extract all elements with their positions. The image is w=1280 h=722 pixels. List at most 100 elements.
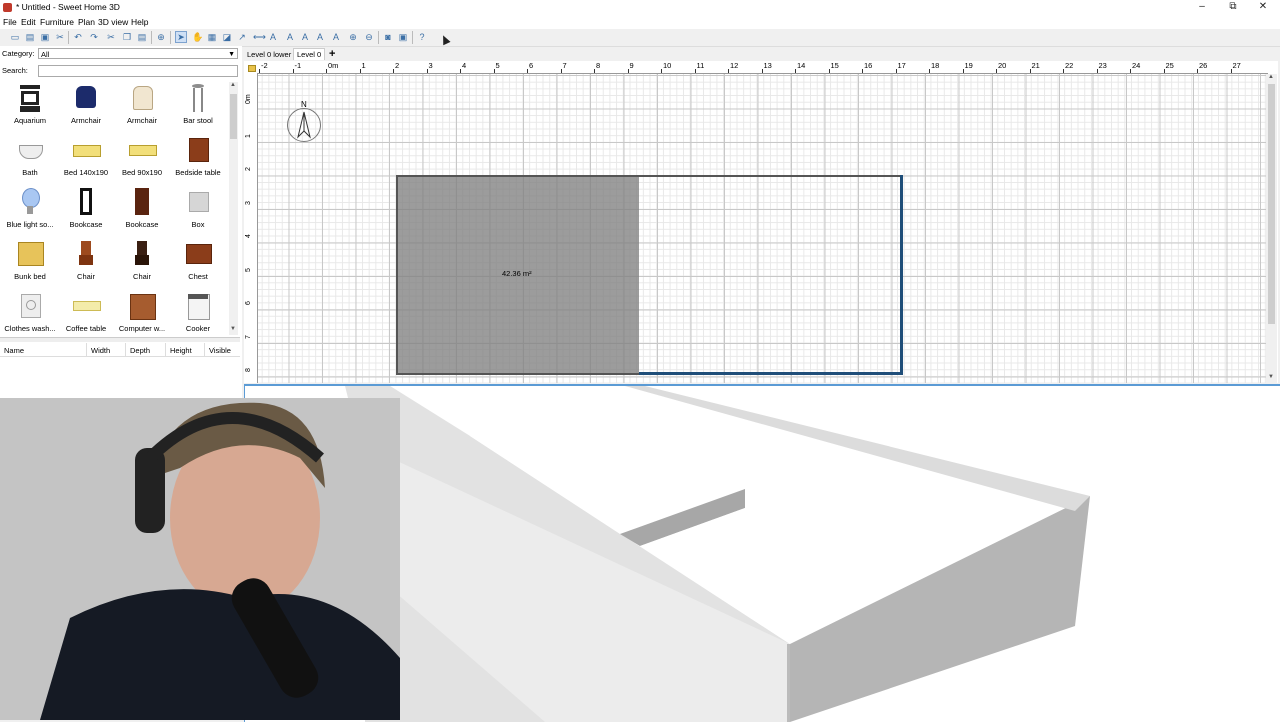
italic-icon[interactable]: A (331, 32, 341, 42)
pan-icon[interactable]: ✋ (192, 32, 203, 42)
create-polylines-icon[interactable]: ↗ (237, 32, 247, 42)
close-button[interactable]: ✕ (1248, 0, 1278, 15)
ruler-x-label: -2 (261, 61, 268, 70)
category-select[interactable]: All ▼ (38, 48, 238, 59)
redo-icon[interactable]: ↷ (89, 32, 99, 42)
catalog-item-chest[interactable]: Chest (170, 238, 226, 290)
catalog-item-bunk-bed[interactable]: Bunk bed (2, 238, 58, 290)
copy-icon[interactable]: ❐ (122, 32, 132, 42)
catalog-scrollbar[interactable]: ▲ ▼ (229, 82, 238, 335)
scroll-up-icon[interactable]: ▲ (230, 82, 236, 88)
search-input[interactable] (38, 65, 238, 77)
selected-wall-bottom[interactable] (639, 372, 903, 375)
selected-wall-right[interactable] (900, 175, 903, 375)
toolbar-separator (412, 31, 413, 44)
help-icon[interactable]: ? (417, 32, 427, 42)
ruler-x-label: 22 (1065, 61, 1074, 70)
plan-view[interactable]: -2 -1 0m 1 2 3 4 5 6 7 8 9 10 11 12 13 14 15 16 17 18 19 20 21 2… (244, 61, 1278, 383)
catalog-item-bar-stool[interactable]: Bar stool (170, 82, 226, 134)
catalog-item-box[interactable]: Box (170, 186, 226, 238)
bold-icon[interactable]: A (315, 32, 325, 42)
create-rooms-icon[interactable]: ◪ (222, 32, 232, 42)
compass-arrow-icon (297, 111, 311, 139)
scroll-thumb[interactable] (230, 94, 237, 139)
create-walls-icon[interactable]: ▦ (207, 32, 217, 42)
new-home-icon[interactable]: ▭ (10, 32, 20, 42)
armchair-blue-icon (71, 83, 101, 113)
catalog-item-cooker[interactable]: Cooker (170, 290, 226, 337)
create-dimensions-icon[interactable]: ⟷ (253, 32, 266, 42)
select-icon[interactable]: ➤ (175, 31, 187, 43)
catalog-item-aquarium[interactable]: Aquarium (2, 82, 58, 134)
column-divider (165, 343, 166, 356)
menu-file[interactable]: File (3, 17, 17, 27)
cut2-icon[interactable]: ✂ (106, 32, 116, 42)
create-photo-icon[interactable]: ◙ (383, 32, 393, 42)
ruler-x-tick (962, 69, 964, 73)
cut-icon[interactable]: ✂ (55, 32, 65, 42)
catalog-item-bedside-table[interactable]: Bedside table (170, 134, 226, 186)
catalog-item-label: Chair (77, 272, 95, 281)
create-video-icon[interactable]: ▣ (398, 32, 408, 42)
column-visible[interactable]: Visible (209, 346, 231, 355)
column-width[interactable]: Width (91, 346, 110, 355)
catalog-item-bed-90[interactable]: Bed 90x190 (114, 134, 170, 186)
room-area-label: 42.36 m² (502, 269, 532, 278)
ruler-x-label: 25 (1165, 61, 1174, 70)
add-level-button[interactable]: + (329, 48, 335, 60)
plan-scrollbar[interactable]: ▲ ▼ (1266, 74, 1277, 383)
decrease-text-icon[interactable]: A (300, 32, 310, 42)
menu-3d-view[interactable]: 3D view (98, 17, 128, 27)
catalog-item-label: Chair (133, 272, 151, 281)
paste-icon[interactable]: ▤ (137, 32, 147, 42)
tab-level-0[interactable]: Level 0 (293, 48, 326, 60)
tab-level-0-lower[interactable]: Level 0 lower (244, 49, 294, 60)
scroll-down-icon[interactable]: ▼ (230, 326, 236, 332)
add-furniture-icon[interactable]: ⊕ (156, 32, 166, 42)
ruler-x-tick (292, 69, 294, 73)
menu-edit[interactable]: Edit (21, 17, 36, 27)
menu-furniture[interactable]: Furniture (40, 17, 74, 27)
zoom-in-icon[interactable]: ⊕ (348, 32, 358, 42)
scroll-up-icon[interactable]: ▲ (1268, 74, 1274, 80)
catalog-item-coffee-table[interactable]: Coffee table (58, 290, 114, 337)
catalog-item-bed-140[interactable]: Bed 140x190 (58, 134, 114, 186)
catalog-item-computer-desk[interactable]: Computer w... (114, 290, 170, 337)
ruler-y-label: 3 (245, 200, 252, 205)
bath-icon (15, 135, 45, 165)
ruler-x-label: 14 (797, 61, 806, 70)
menu-plan[interactable]: Plan (78, 17, 95, 27)
walls[interactable] (396, 175, 903, 375)
add-text-icon[interactable]: A (268, 32, 278, 42)
zoom-out-icon[interactable]: ⊖ (364, 32, 374, 42)
catalog-item-bookcase-wood[interactable]: Bookcase (114, 186, 170, 238)
toolbar-separator (170, 31, 171, 44)
toolbar-separator (378, 31, 379, 44)
column-height[interactable]: Height (170, 346, 192, 355)
open-icon[interactable]: ▤ (25, 32, 35, 42)
maximize-button[interactable]: ⧉ (1218, 0, 1248, 15)
column-divider (204, 343, 205, 356)
compass-rose[interactable] (287, 108, 321, 142)
scroll-down-icon[interactable]: ▼ (1268, 374, 1274, 380)
menu-help[interactable]: Help (131, 17, 148, 27)
column-depth[interactable]: Depth (130, 346, 150, 355)
catalog-item-blue-light[interactable]: Blue light so... (2, 186, 58, 238)
increase-text-icon[interactable]: A (285, 32, 295, 42)
minimize-button[interactable]: – (1187, 0, 1217, 15)
catalog-item-chair[interactable]: Chair (58, 238, 114, 290)
column-name[interactable]: Name (4, 346, 24, 355)
vertical-ruler: 0m 1 2 3 4 5 6 7 8 (244, 73, 258, 383)
scroll-thumb[interactable] (1268, 84, 1275, 324)
bar-stool-icon (183, 83, 213, 113)
catalog-item-bath[interactable]: Bath (2, 134, 58, 186)
panel-splitter[interactable] (0, 337, 240, 342)
catalog-item-bookcase[interactable]: Bookcase (58, 186, 114, 238)
catalog-item-armchair[interactable]: Armchair (58, 82, 114, 134)
app-icon (3, 3, 12, 12)
catalog-item-chair-dark[interactable]: Chair (114, 238, 170, 290)
catalog-item-armchair-white[interactable]: Armchair (114, 82, 170, 134)
undo-icon[interactable]: ↶ (73, 32, 83, 42)
catalog-item-clothes-washer[interactable]: Clothes wash... (2, 290, 58, 337)
save-icon[interactable]: ▣ (40, 32, 50, 42)
